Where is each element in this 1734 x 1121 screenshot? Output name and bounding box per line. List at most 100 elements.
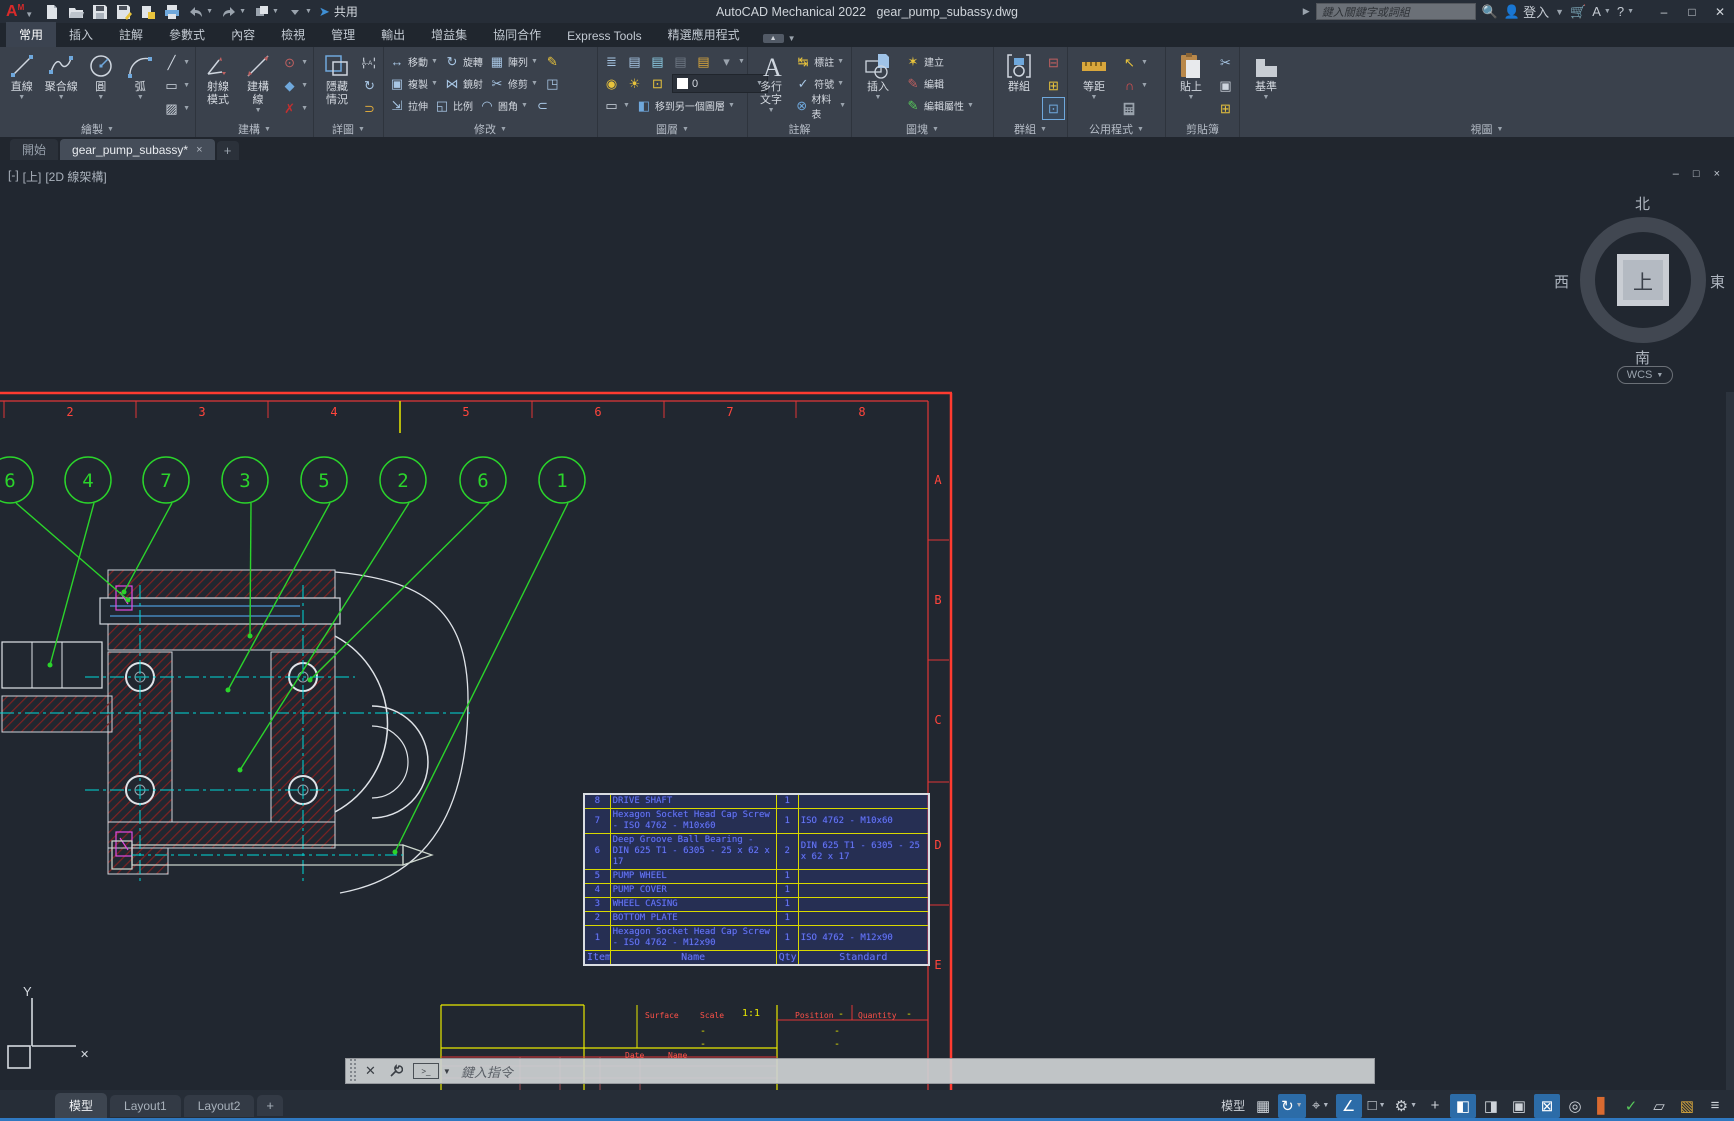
graphics-performance-toggle[interactable]: ▋ (1590, 1094, 1616, 1118)
help-icon[interactable]: ?▼ (1617, 4, 1634, 19)
app-menu-button[interactable]: A M ▼ (0, 2, 41, 22)
construction-line-button[interactable]: ╱▼ (161, 52, 192, 73)
grid-display-toggle[interactable]: ▦ (1250, 1094, 1276, 1118)
panel-label-建構[interactable]: 建構▼ (196, 121, 313, 137)
layer-lock-button[interactable]: ⊡ (647, 73, 668, 94)
mirror-button[interactable]: ⋈鏡射 (442, 73, 485, 94)
object-snap-toggle[interactable]: □▼ (1364, 1094, 1390, 1118)
layout-tab-Layout1[interactable]: Layout1 (110, 1095, 181, 1117)
viewport-menu-control[interactable]: [-] (8, 168, 19, 185)
undo-button[interactable]: ▼ (185, 1, 216, 22)
polyline-button[interactable]: 聚合線▼ (43, 49, 81, 121)
qat-more-button[interactable]: ▼ (284, 1, 315, 22)
isolate-objects-toggle[interactable]: ◎ (1562, 1094, 1588, 1118)
viewport-view-control[interactable]: [上] (23, 168, 42, 185)
edit-attribute-button[interactable]: ✎編輯屬性▼ (903, 95, 976, 116)
insert-block-button[interactable]: 插入▼ (855, 49, 901, 121)
paste-special-button[interactable]: ⊞ (1215, 98, 1236, 119)
panel-label-視圖[interactable]: 視圖▼ (1240, 121, 1734, 137)
drawing-canvas[interactable]: [-] [上] [2D 線架構] ‒ □ × (0, 160, 1734, 1090)
search-icon[interactable]: 🔍 (1482, 4, 1498, 20)
viewport-visual-style-control[interactable]: [2D 線架構] (45, 168, 106, 185)
doc-restore-icon[interactable]: □ (1693, 168, 1700, 180)
edit-block-button[interactable]: ✎編輯 (903, 73, 946, 94)
layer-on-button[interactable]: ◉ (601, 73, 622, 94)
undo-caret-icon[interactable]: ▼ (206, 8, 213, 15)
hide-situation-button[interactable]: 隱藏 情況 (317, 49, 357, 121)
detail-rotate-button[interactable]: ↻ (359, 75, 380, 96)
close-button[interactable]: ✕ (1706, 0, 1734, 23)
sign-in-button[interactable]: 👤 登入 (1504, 2, 1549, 21)
recent-commands-caret-icon[interactable]: ▼ (443, 1067, 451, 1076)
customization-menu-toggle[interactable]: ≡ (1702, 1094, 1728, 1118)
line-button[interactable]: 直線▼ (3, 49, 41, 121)
calculator-button[interactable] (1119, 98, 1150, 119)
viewcube[interactable]: 北 南 西 東 上 (1578, 215, 1708, 345)
stretch-button[interactable]: ⇲拉伸 (387, 95, 430, 116)
ribbon-tab-精選應用程式[interactable]: 精選應用程式 (655, 22, 753, 47)
quick-select-button[interactable]: ↖▼ (1119, 52, 1150, 73)
panel-label-圖塊[interactable]: 圖塊▼ (852, 121, 993, 137)
panel-label-繪製[interactable]: 繪製▼ (0, 121, 195, 137)
layer-freeze-button[interactable]: ▤ (647, 51, 668, 72)
layout-tab-模型[interactable]: 模型 (55, 1093, 107, 1118)
minimize-button[interactable]: – (1650, 0, 1678, 23)
explode-button[interactable]: ◳ (542, 73, 563, 94)
ribbon-tab-輸出[interactable]: 輸出 (368, 22, 418, 47)
auto-construction-button[interactable]: ◆▼ (279, 75, 310, 96)
paste-button[interactable]: 貼上▼ (1169, 49, 1213, 121)
print-button[interactable] (161, 1, 183, 22)
workspace-switch-button[interactable]: ▼ (251, 1, 282, 22)
layout-tab-Layout2[interactable]: Layout2 (184, 1095, 255, 1117)
layer-box-button[interactable]: ▭▼ (601, 95, 632, 116)
file-tab-start[interactable]: 開始 (10, 139, 58, 160)
annotation-visibility-toggle[interactable]: ◧ (1450, 1094, 1476, 1118)
ray-mode-button[interactable]: 射線 模式 (199, 49, 237, 121)
sign-in-caret-icon[interactable]: ▼ (1555, 7, 1564, 17)
move-button[interactable]: ↔移動▼ (387, 51, 440, 72)
maximize-button[interactable]: □ (1678, 0, 1706, 23)
panel-label-剪貼簿[interactable]: 剪貼簿 (1166, 121, 1239, 137)
bom-button[interactable]: ⊗材料表▼ (793, 95, 848, 116)
hardware-acceleration-toggle[interactable]: ▧ (1674, 1094, 1700, 1118)
new-file-button[interactable] (41, 1, 63, 22)
clean-screen-toggle[interactable]: ▱ (1646, 1094, 1672, 1118)
create-block-button[interactable]: ✶建立 (903, 51, 946, 72)
file-tab-add-button[interactable]: + (217, 141, 239, 160)
panel-label-詳圖[interactable]: 詳圖▼ (314, 121, 383, 137)
ribbon-tab-註解[interactable]: 註解 (106, 22, 156, 47)
layer-off-button[interactable]: ▤ (670, 51, 691, 72)
group-edit-button[interactable]: ⊞ (1043, 75, 1064, 96)
dynamic-ucs-toggle[interactable]: ↻▼ (1278, 1094, 1306, 1118)
hatch-button[interactable]: ▨▼ (161, 98, 192, 119)
workspace-check-toggle[interactable]: ✓ (1618, 1094, 1644, 1118)
ribbon-tab-內容[interactable]: 內容 (218, 22, 268, 47)
arc-button[interactable]: 弧▼ (122, 49, 160, 121)
share-button[interactable]: ➤ 共用 (319, 3, 358, 20)
viewcube-south[interactable]: 南 (1635, 347, 1650, 368)
help-search-input[interactable]: 鍵入關鍵字或詞組 (1316, 3, 1476, 20)
command-bar-drag-handle[interactable] (348, 1059, 358, 1083)
shape-detail-button[interactable]: ⊃ (359, 98, 380, 119)
vertical-scrollbar[interactable] (1726, 392, 1734, 1090)
rectangle-button[interactable]: ▭▼ (161, 75, 192, 96)
plot-batch-button[interactable] (137, 1, 159, 22)
layer-walk-button[interactable]: ▤ (693, 51, 714, 72)
layer-more-button[interactable]: ▾▼ (716, 51, 747, 72)
ribbon-collapse-button[interactable]: ▲▼ (763, 34, 796, 43)
workspace-switch-caret-icon[interactable]: ▼ (272, 8, 279, 15)
panel-label-修改[interactable]: 修改▼ (384, 121, 597, 137)
scale-button[interactable]: ◱比例 (432, 95, 475, 116)
wcs-selector[interactable]: WCS▼ (1617, 366, 1673, 384)
quick-calc-button[interactable]: ∩▼ (1119, 75, 1150, 96)
copy-clip-button[interactable]: ▣ (1215, 75, 1236, 96)
dimension-button[interactable]: ↹標註▼ (793, 51, 846, 72)
redo-button[interactable]: ▼ (218, 1, 249, 22)
layout-add-button[interactable]: + (257, 1095, 283, 1116)
center-mark-button[interactable]: ⊙▼ (279, 52, 310, 73)
command-line-bar[interactable]: ✕ >_ ▼ 鍵入指令 (345, 1058, 1375, 1084)
file-tab-close-icon[interactable]: × (196, 144, 202, 156)
ribbon-tab-檢視[interactable]: 檢視 (268, 22, 318, 47)
match-layer-button[interactable]: ◧移到另一個圖層▼ (634, 95, 737, 116)
open-file-button[interactable] (65, 1, 87, 22)
